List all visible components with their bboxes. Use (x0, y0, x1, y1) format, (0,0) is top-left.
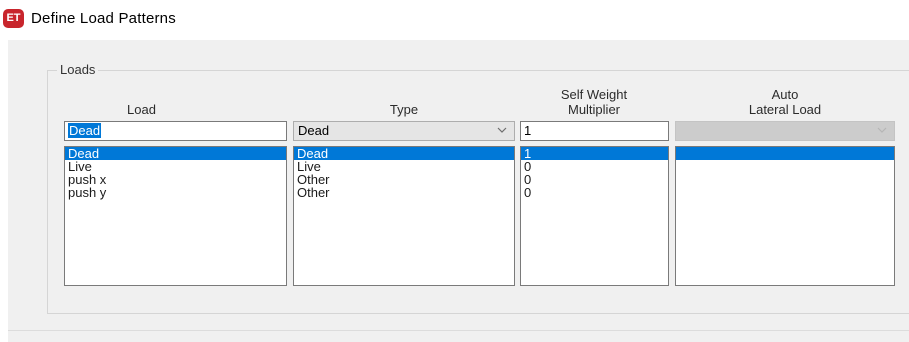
list-item[interactable]: 0 (521, 186, 668, 199)
load-name-input[interactable]: Dead (64, 121, 287, 141)
chevron-down-icon (877, 125, 887, 135)
auto-lateral-dropdown (675, 121, 895, 141)
list-item[interactable]: push y (65, 186, 286, 199)
app-icon: ET (3, 9, 24, 28)
type-column-header: Type (389, 102, 419, 117)
list-item[interactable]: Dead (294, 147, 514, 160)
type-list[interactable]: Dead Live Other Other (293, 146, 515, 286)
load-name-value: Dead (68, 123, 102, 138)
auto-lateral-column-header: Auto Lateral Load (748, 87, 822, 117)
self-weight-column-header: Self Weight Multiplier (560, 87, 628, 117)
window-title: Define Load Patterns (31, 10, 176, 27)
list-item[interactable]: 0 (521, 173, 668, 186)
auto-lateral-list[interactable] (675, 146, 895, 286)
title-bar: ET Define Load Patterns (0, 0, 909, 40)
self-weight-input[interactable]: 1 (520, 121, 669, 141)
list-item[interactable]: Other (294, 186, 514, 199)
type-dropdown[interactable]: Dead (293, 121, 515, 141)
type-dropdown-value: Dead (298, 123, 330, 138)
loads-group-title: Loads (57, 62, 99, 77)
list-item[interactable]: 1 (521, 147, 668, 160)
self-weight-value: 1 (524, 123, 532, 138)
chevron-down-icon (497, 125, 507, 135)
load-list[interactable]: Dead Live push x push y (64, 146, 287, 286)
list-item[interactable] (676, 147, 894, 160)
load-column-header: Load (127, 102, 156, 117)
list-item[interactable]: Dead (65, 147, 286, 160)
divider (8, 330, 909, 331)
self-weight-list[interactable]: 1 0 0 0 (520, 146, 669, 286)
list-item[interactable]: 0 (521, 160, 668, 173)
